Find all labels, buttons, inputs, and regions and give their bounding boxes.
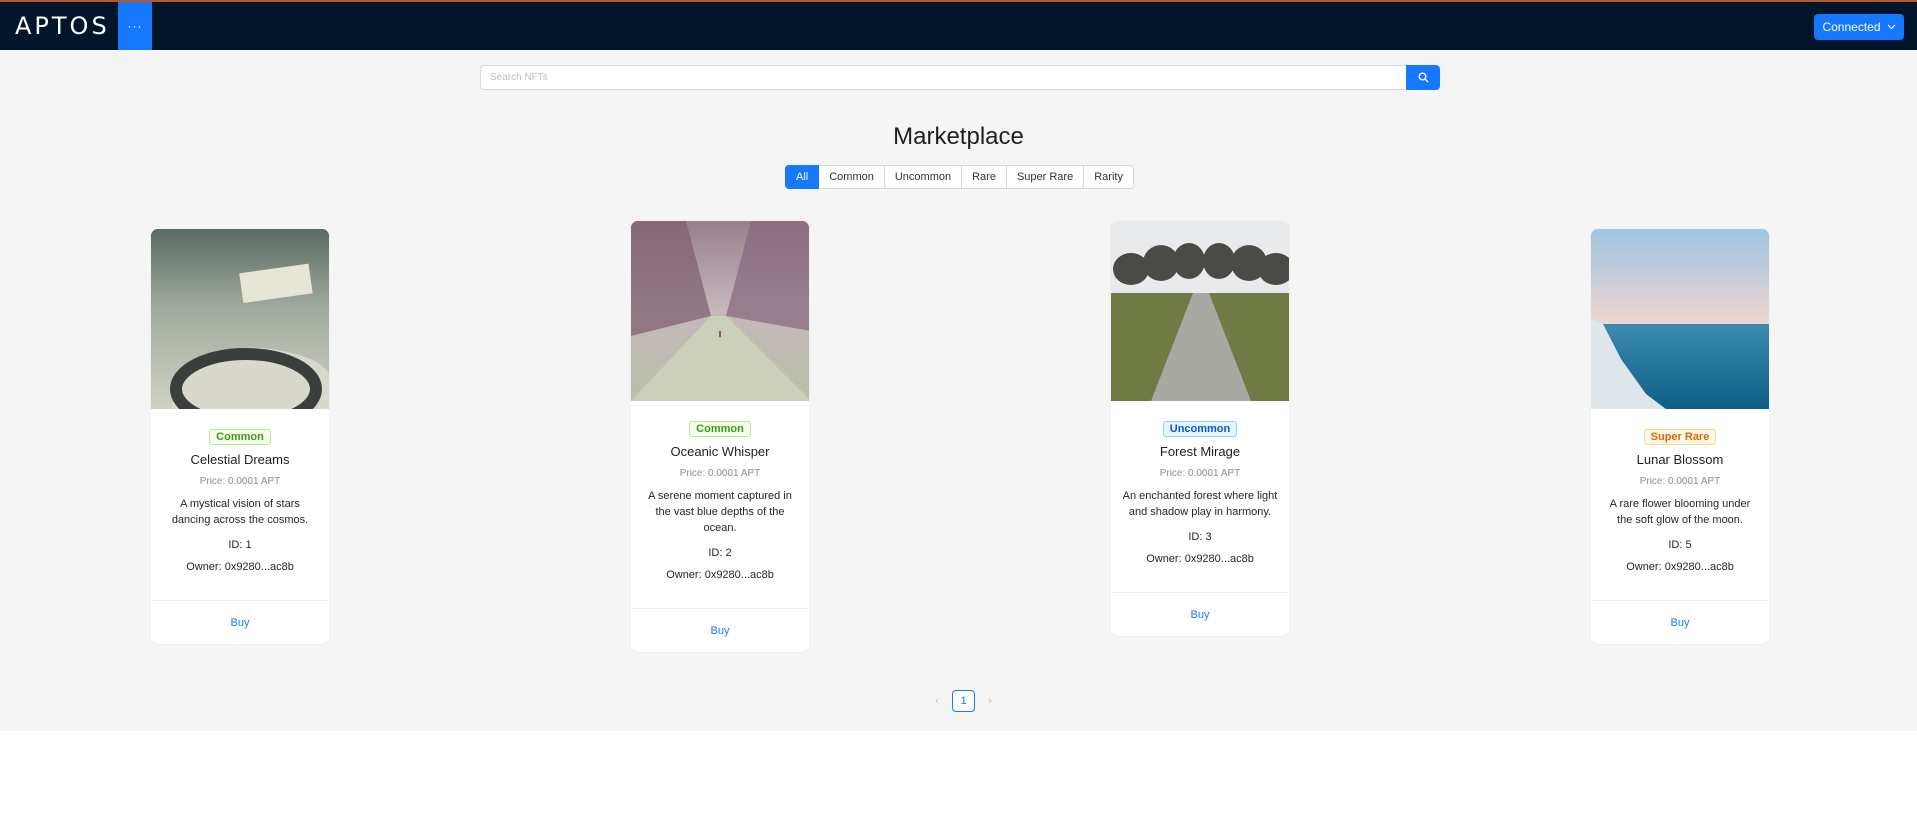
filter-common[interactable]: Common [819, 165, 885, 189]
chevron-down-icon [1887, 24, 1895, 30]
nft-owner: Owner: 0x9280...ac8b [1146, 553, 1254, 565]
nft-price: Price: 0.0001 APT [679, 468, 761, 479]
nft-card: Common Celestial Dreams Price: 0.0001 AP… [150, 228, 330, 645]
nft-name: Forest Mirage [1159, 444, 1241, 459]
filter-rare[interactable]: Rare [962, 165, 1007, 189]
filter-all[interactable]: All [785, 165, 820, 189]
aptos-logo[interactable]: APTOS [0, 2, 118, 50]
search-button[interactable] [1406, 65, 1440, 90]
nft-owner: Owner: 0x9280...ac8b [186, 561, 294, 573]
rarity-badge: Super Rare [1643, 429, 1717, 445]
nft-card: Super Rare Lunar Blossom Price: 0.0001 A… [1590, 228, 1770, 645]
filter-rarity[interactable]: Rarity [1084, 165, 1134, 189]
filter-uncommon[interactable]: Uncommon [884, 165, 963, 189]
pagination: ‹ 1 › [922, 690, 1005, 712]
page-title: Marketplace [893, 123, 1024, 150]
nft-image-oceanic-whisper [631, 221, 809, 401]
chevron-right-icon[interactable]: › [975, 690, 1005, 712]
nft-card: Common Oceanic Whisper Price: 0.0001 APT… [630, 220, 810, 653]
nft-name: Lunar Blossom [1636, 452, 1724, 467]
rarity-badge: Uncommon [1162, 421, 1238, 437]
buy-button[interactable]: Buy [1591, 600, 1769, 644]
chevron-left-icon[interactable]: ‹ [922, 690, 952, 712]
nft-card: Uncommon Forest Mirage Price: 0.0001 APT… [1110, 220, 1290, 637]
connect-label: Connected [1822, 20, 1881, 34]
nft-description: A serene moment captured in the vast blu… [648, 490, 792, 534]
nft-description: A mystical vision of stars dancing acros… [171, 498, 309, 526]
search-icon [1418, 72, 1429, 83]
nft-description: An enchanted forest where light and shad… [1122, 490, 1278, 518]
buy-button[interactable]: Buy [631, 608, 809, 652]
nft-id: ID: 2 [708, 547, 732, 559]
nft-name: Oceanic Whisper [670, 444, 770, 459]
nft-name: Celestial Dreams [190, 452, 290, 467]
rarity-filter-group: All Common Uncommon Rare Super Rare Rari… [785, 165, 1134, 189]
nft-price: Price: 0.0001 APT [1159, 468, 1241, 479]
nft-price: Price: 0.0001 APT [199, 476, 281, 487]
nft-price: Price: 0.0001 APT [1639, 476, 1721, 487]
nft-id: ID: 3 [1188, 531, 1212, 543]
nft-description: A rare flower blooming under the soft gl… [1609, 498, 1751, 526]
nft-id: ID: 5 [1668, 539, 1692, 551]
menu-more-button[interactable]: ··· [118, 2, 152, 50]
page-number-1[interactable]: 1 [952, 690, 975, 712]
nft-owner: Owner: 0x9280...ac8b [666, 569, 774, 581]
nft-owner: Owner: 0x9280...ac8b [1626, 561, 1734, 573]
rarity-badge: Common [209, 429, 271, 445]
buy-button[interactable]: Buy [151, 600, 329, 644]
nft-image-forest-mirage [1111, 221, 1289, 401]
filter-super-rare[interactable]: Super Rare [1006, 165, 1085, 189]
nft-id: ID: 1 [228, 539, 252, 551]
nft-image-celestial-dreams [151, 229, 329, 409]
nft-image-lunar-blossom [1591, 229, 1769, 409]
main-content: Search NFTs Marketplace All Common Uncom… [0, 50, 1917, 731]
search-bar: Search NFTs [480, 65, 1440, 90]
wallet-connect-button[interactable]: Connected [1814, 14, 1904, 40]
search-input[interactable]: Search NFTs [480, 65, 1406, 90]
logo-text: APTOS [15, 12, 110, 40]
buy-button[interactable]: Buy [1111, 592, 1289, 636]
rarity-badge: Common [689, 421, 751, 437]
header: APTOS ··· Connected [0, 2, 1917, 50]
